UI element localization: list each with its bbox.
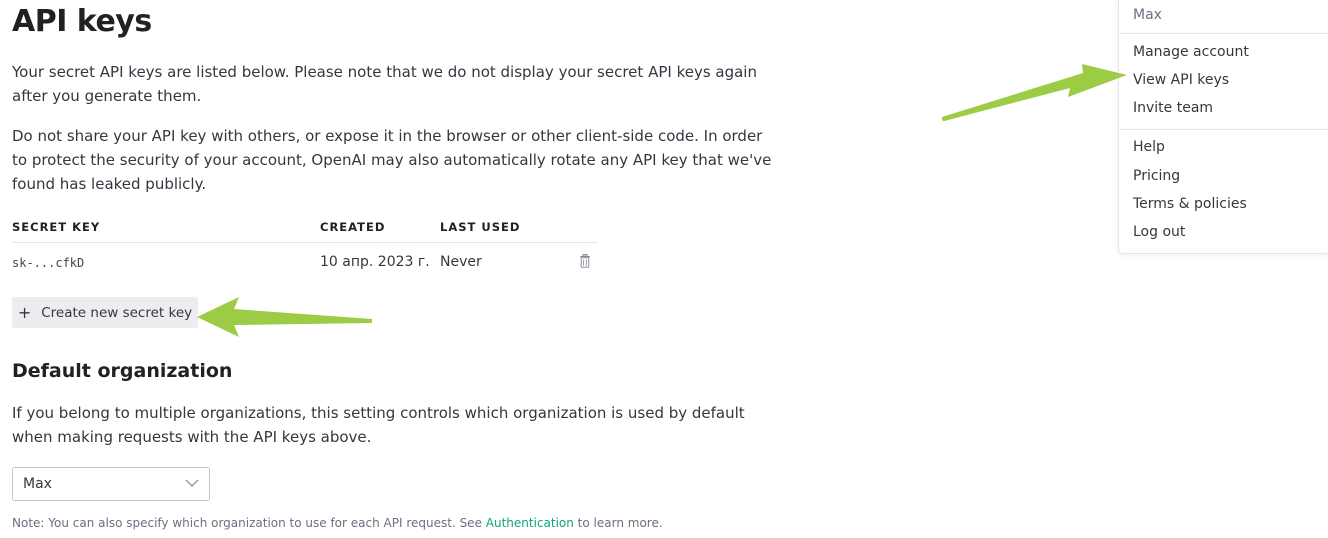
column-header-last-used: LAST USED <box>440 220 521 234</box>
annotation-arrow-icon <box>197 297 372 337</box>
last-used-value: Never <box>440 254 482 270</box>
page-title: API keys <box>12 4 152 39</box>
secret-key-value: sk-...cfkD <box>12 256 85 270</box>
column-header-created: CREATED <box>320 220 386 234</box>
default-organization-heading: Default organization <box>12 360 233 382</box>
api-keys-page: API keys Your secret API keys are listed… <box>0 0 1328 538</box>
created-date: 10 апр. 2023 г. <box>320 254 430 270</box>
menu-item-pricing[interactable]: Pricing <box>1133 168 1180 184</box>
menu-user-name: Max <box>1133 7 1162 23</box>
trash-icon[interactable] <box>579 254 591 268</box>
create-new-secret-key-button[interactable]: + Create new secret key <box>12 297 198 328</box>
organization-select[interactable]: Max <box>12 467 210 501</box>
menu-item-log-out[interactable]: Log out <box>1133 224 1185 240</box>
menu-item-view-api-keys[interactable]: View API keys <box>1133 72 1229 88</box>
annotation-arrow-icon <box>942 64 1127 121</box>
note-prefix: Note: You can also specify which organiz… <box>12 516 486 530</box>
organization-note: Note: You can also specify which organiz… <box>12 516 663 530</box>
table-divider <box>12 242 598 243</box>
intro-text-2: Do not share your API key with others, o… <box>12 127 772 193</box>
menu-item-terms-policies[interactable]: Terms & policies <box>1133 196 1247 212</box>
intro-text-1: Your secret API keys are listed below. P… <box>12 63 757 105</box>
default-organization-description: If you belong to multiple organizations,… <box>12 404 745 446</box>
plus-icon: + <box>17 302 32 322</box>
organization-select-value: Max <box>23 476 52 492</box>
note-suffix: to learn more. <box>573 516 663 530</box>
menu-item-invite-team[interactable]: Invite team <box>1133 100 1213 116</box>
menu-divider <box>1119 33 1328 34</box>
account-menu: Max Manage account View API keys Invite … <box>1118 0 1328 254</box>
menu-divider <box>1119 129 1328 130</box>
menu-item-help[interactable]: Help <box>1133 139 1165 155</box>
chevron-down-icon <box>185 479 199 487</box>
authentication-link[interactable]: Authentication <box>486 516 574 530</box>
create-button-label: Create new secret key <box>41 304 193 321</box>
menu-item-manage-account[interactable]: Manage account <box>1133 44 1249 60</box>
column-header-secret-key: SECRET KEY <box>12 220 101 234</box>
